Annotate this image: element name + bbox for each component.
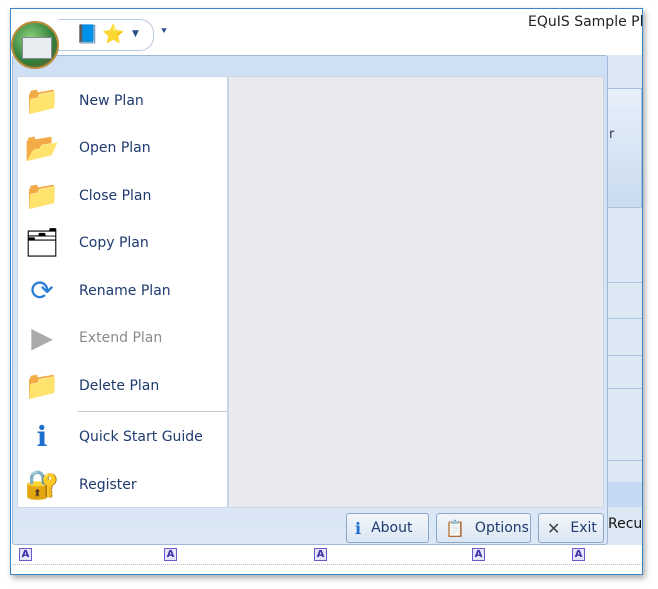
info-icon: ℹ — [36, 420, 48, 453]
about-button[interactable]: ℹ About — [346, 513, 429, 543]
recur-column-header: Recur — [608, 516, 642, 532]
recent-plans-pane — [228, 76, 604, 508]
menu-item-open-plan[interactable]: 📂 Open Plan — [18, 124, 227, 171]
open-folder-icon: 📂 — [24, 131, 60, 164]
rename-icon: ⟳ — [30, 274, 54, 307]
menu-item-extend-plan: ▶ Extend Plan — [18, 314, 227, 361]
text-field-icon: A — [472, 548, 485, 561]
text-field-icon: A — [19, 548, 32, 561]
new-folder-icon: 📁 — [24, 84, 60, 117]
ribbon-group: r — [607, 88, 642, 208]
chevron-down-icon[interactable]: ▼ — [132, 29, 139, 39]
divider — [607, 318, 642, 319]
quick-access-toolbar: 📘 ⭐ ▼ — [58, 19, 154, 51]
exit-button[interactable]: ✕ Exit — [538, 513, 604, 543]
divider — [607, 355, 642, 356]
divider — [607, 282, 642, 283]
menu-item-delete-plan[interactable]: 📁 Delete Plan — [18, 362, 227, 409]
delete-folder-icon: 📁 — [24, 369, 60, 402]
application-menu: 📁 New Plan 📂 Open Plan 📁 Close Plan 🗂 Copy P… — [12, 55, 608, 545]
menu-item-register[interactable]: 🔐 Register — [18, 461, 227, 508]
application-menu-button[interactable] — [11, 21, 59, 69]
lock-key-icon: 🔐 — [24, 468, 60, 501]
options-icon: 📋 — [445, 518, 465, 538]
text-field-icon: A — [572, 548, 585, 561]
info-icon: ℹ — [355, 518, 362, 538]
divider — [607, 460, 642, 461]
menu-separator — [78, 411, 227, 412]
text-field-icon: A — [314, 548, 327, 561]
menu-item-quick-start-guide[interactable]: ℹ Quick Start Guide — [18, 413, 227, 460]
close-icon: ✕ — [547, 518, 561, 538]
menu-item-new-plan[interactable]: 📁 New Plan — [18, 77, 227, 124]
window-title: EQuIS Sample Planning — [528, 14, 643, 30]
menu-item-close-plan[interactable]: 📁 Close Plan — [18, 172, 227, 219]
close-folder-icon: 📁 — [24, 179, 60, 212]
menu-items: 📁 New Plan 📂 Open Plan 📁 Close Plan 🗂 Copy P… — [17, 76, 228, 508]
options-button[interactable]: 📋 Options — [436, 513, 531, 543]
copy-folder-icon: 🗂 — [24, 226, 60, 259]
extend-icon: ▶ — [31, 321, 53, 354]
book-icon[interactable]: 📘 — [76, 24, 98, 45]
divider — [607, 482, 642, 507]
menu-item-rename-plan[interactable]: ⟳ Rename Plan — [18, 267, 227, 314]
grid-row — [12, 545, 642, 565]
menu-item-copy-plan[interactable]: 🗂 Copy Plan — [18, 219, 227, 266]
divider — [607, 388, 642, 389]
customize-toolbar-icon[interactable]: ⯆ — [160, 26, 168, 37]
text-field-icon: A — [164, 548, 177, 561]
star-icon[interactable]: ⭐ — [102, 24, 124, 45]
